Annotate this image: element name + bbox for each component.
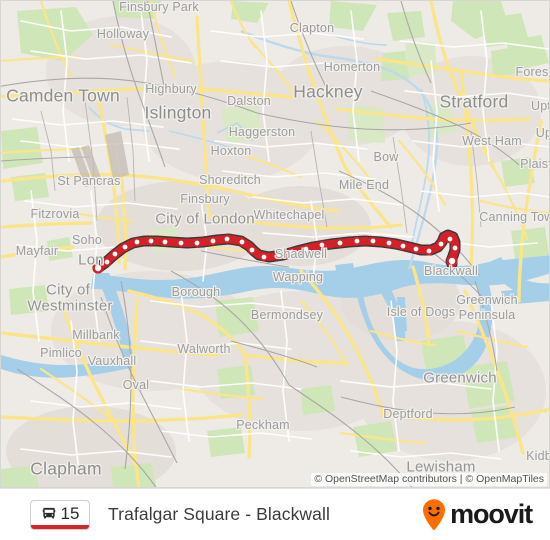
route-stop-marker[interactable] [222, 234, 232, 244]
map-canvas[interactable]: .land { fill:#eeebe7; } .urban { fill:#e… [0, 0, 550, 488]
route-badge-accent-bar [31, 524, 89, 529]
route-stop-marker[interactable] [247, 245, 257, 255]
route-terminus-marker[interactable] [92, 262, 104, 274]
route-stop-marker[interactable] [259, 252, 269, 262]
route-stop-marker[interactable] [160, 237, 170, 247]
route-title: Trafalgar Square - Blackwall [108, 504, 330, 524]
route-stop-marker[interactable] [208, 236, 218, 246]
route-stop-marker[interactable] [445, 234, 455, 244]
route-stop-marker[interactable] [411, 244, 421, 254]
route-stop-marker[interactable] [176, 238, 186, 248]
moovit-logo[interactable]: moovit [419, 498, 533, 532]
route-stop-marker[interactable] [317, 240, 327, 250]
route-badge[interactable]: 15 [30, 499, 90, 530]
route-stop-marker[interactable] [146, 236, 156, 246]
moovit-route-map-screen: .land { fill:#eeebe7; } .urban { fill:#e… [0, 0, 550, 540]
map-attribution: © OpenStreetMap contributors | © OpenMap… [311, 473, 547, 486]
route-stop-marker[interactable] [450, 243, 460, 253]
route-stop-marker[interactable] [352, 236, 362, 246]
route-stop-marker[interactable] [192, 238, 202, 248]
route-stop-marker[interactable] [102, 257, 112, 267]
moovit-wordmark: moovit [450, 499, 533, 529]
route-stop-marker[interactable] [398, 241, 408, 251]
moovit-pin-icon [423, 498, 446, 530]
route-stop-marker[interactable] [368, 236, 378, 246]
route-stop-marker[interactable] [132, 237, 142, 247]
route-stop-marker[interactable] [237, 237, 247, 247]
route-stop-marker[interactable] [273, 251, 283, 261]
route-terminus-marker[interactable] [446, 255, 458, 267]
route-stop-marker[interactable] [287, 247, 297, 257]
map-vector-layer: .land { fill:#eeebe7; } .urban { fill:#e… [1, 1, 549, 487]
route-stop-marker[interactable] [335, 238, 345, 248]
route-stop-marker[interactable] [301, 244, 311, 254]
route-number: 15 [60, 504, 80, 523]
route-info-bar: 15 Trafalgar Square - Blackwall moovit [0, 488, 550, 540]
bus-icon [42, 507, 55, 519]
route-stop-marker[interactable] [110, 249, 120, 259]
route-stop-marker[interactable] [436, 239, 446, 249]
route-stop-marker[interactable] [120, 242, 130, 252]
route-stop-marker[interactable] [424, 246, 434, 256]
route-stop-marker[interactable] [384, 238, 394, 248]
